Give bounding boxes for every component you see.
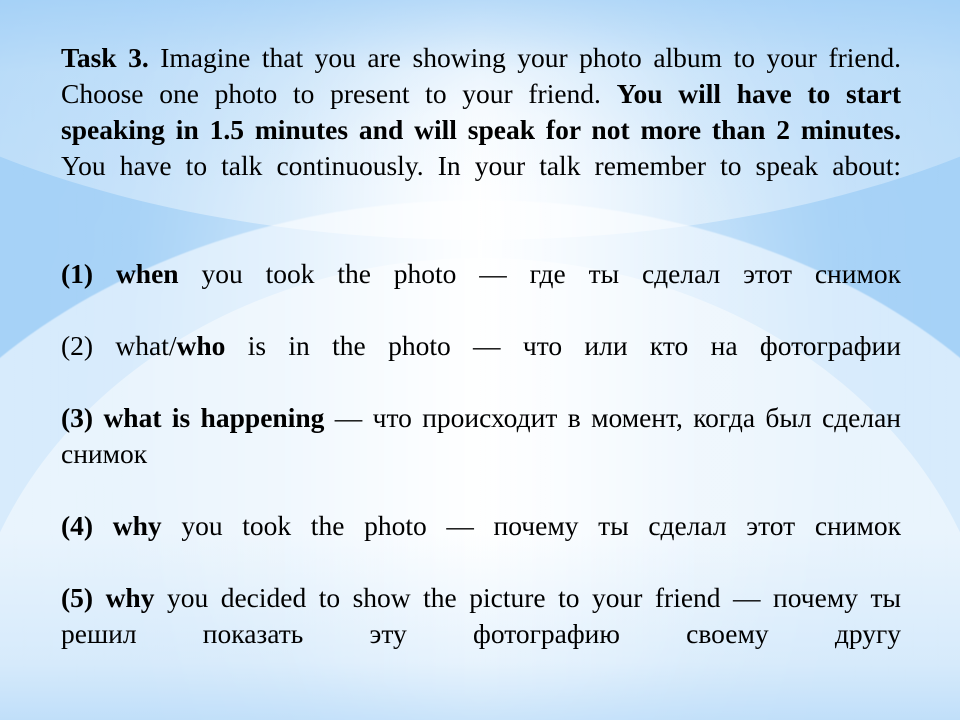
list-item-bold-lead: why xyxy=(105,582,155,613)
list-item: (3) what is happening — что происходит в… xyxy=(61,400,901,508)
list-item-bold-mid: who xyxy=(176,330,226,361)
talking-points-list: (1) when you took the photo — где ты сде… xyxy=(61,256,901,688)
list-item: (1) when you took the photo — где ты сде… xyxy=(61,256,901,328)
list-item-text-before: what/ xyxy=(115,330,177,361)
list-item: (2) what/who is in the photo — что или к… xyxy=(61,328,901,400)
task-sentence-two: You have to talk continuously. In your t… xyxy=(61,150,901,181)
list-item-marker: (1) xyxy=(61,258,116,289)
task-instruction-paragraph: Task 3. Imagine that you are showing you… xyxy=(61,40,901,220)
list-item-marker: (3) xyxy=(61,402,104,433)
slide-text-content: Task 3. Imagine that you are showing you… xyxy=(61,40,901,688)
list-item-text: is in the photo — что или кто на фотогра… xyxy=(225,330,901,361)
list-item: (5) why you decided to show the picture … xyxy=(61,580,901,688)
list-item-bold-lead: why xyxy=(112,510,162,541)
list-item-text: you took the photo — почему ты сделал эт… xyxy=(161,510,901,541)
list-item-marker: (5) xyxy=(61,582,106,613)
list-item-text: you decided to show the picture to your … xyxy=(61,582,901,649)
list-item-bold-lead: when xyxy=(115,258,179,289)
list-item-marker: (2) xyxy=(61,330,116,361)
list-item-bold-lead: what is happening xyxy=(103,402,325,433)
task-label: Task 3. xyxy=(61,42,149,73)
list-item-text: you took the photo — где ты сделал этот … xyxy=(178,258,901,289)
list-item-marker: (4) xyxy=(61,510,113,541)
slide-canvas: Task 3. Imagine that you are showing you… xyxy=(0,0,960,720)
list-item: (4) why you took the photo — почему ты с… xyxy=(61,508,901,580)
